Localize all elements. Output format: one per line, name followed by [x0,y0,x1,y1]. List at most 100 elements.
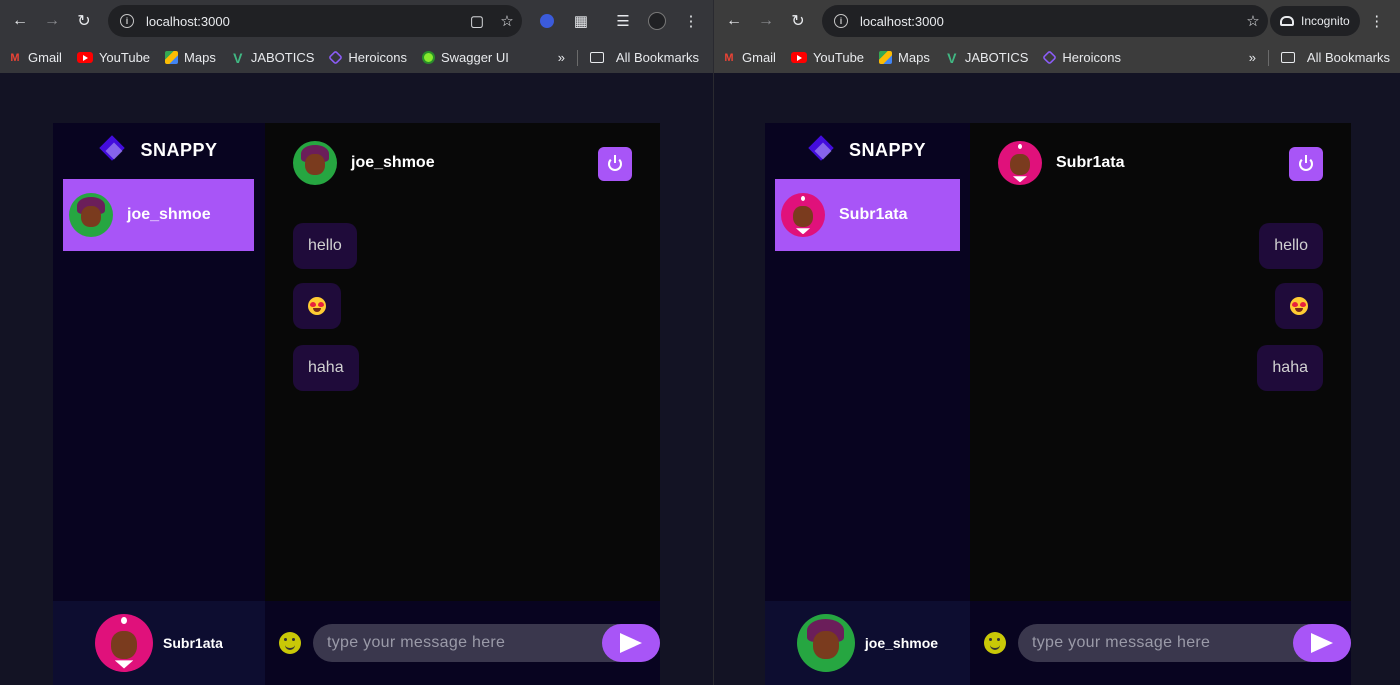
brand-name: SNAPPY [140,139,218,160]
forward-button[interactable]: → [750,5,782,37]
brand: SNAPPY [53,135,265,165]
bookmark-gmail[interactable]: M Gmail [8,50,62,65]
send-icon [1311,633,1333,653]
all-bookmarks-button[interactable]: All Bookmarks [589,50,699,65]
browser-window-right: ← → ↻ i localhost:3000 ☆ Incognito ⋮ M Gm… [714,0,1400,685]
emoji-eye [1292,302,1298,307]
screen: ← → ↻ i localhost:3000 ▢ ☆ ▦ ☰ ⋮ M Gmail … [0,0,1400,685]
toolbar-actions: Incognito ⋮ [1270,5,1394,37]
avatar-collar [1012,176,1028,183]
youtube-icon [790,52,807,63]
chat-avatar [293,141,337,185]
arrow-right-icon: → [44,12,60,29]
snappy-logo-icon [100,135,126,165]
smiley-icon[interactable] [279,632,301,654]
maps-icon [165,51,179,64]
message-input-placeholder: type your message here [327,634,506,651]
chat-input-bar: type your message here [265,601,660,685]
bookmarks-overflow-button[interactable]: » [558,50,565,65]
bookmark-maps[interactable]: Maps [165,50,216,65]
back-button[interactable]: ← [718,5,750,37]
chat-container: joe_shmoe hello 😍 haha type your message… [265,123,660,685]
send-button[interactable] [1293,624,1351,662]
smiley-icon[interactable] [984,632,1006,654]
bookmark-label: YouTube [812,50,865,65]
extension-avatar-icon[interactable] [530,5,564,37]
info-icon[interactable]: i [834,14,848,28]
browser-toolbar: ← → ↻ i localhost:3000 ▢ ☆ ▦ ☰ ⋮ [0,0,713,42]
logout-button[interactable] [1289,147,1323,181]
heroicons-icon [328,50,344,65]
bookmark-jabotics[interactable]: V JABOTICS [231,50,314,66]
heroicons-icon [1042,50,1058,65]
contacts-panel: SNAPPY joe_shmoe Subr1ata [53,123,265,685]
url-text: localhost:3000 [146,13,230,29]
current-user-name: Subr1ata [163,635,223,651]
bookmark-label: YouTube [98,50,151,65]
bookmarks-overflow-button[interactable]: » [1249,50,1256,65]
avatar [69,193,113,237]
avatar-bun [1017,143,1023,149]
address-bar[interactable]: i localhost:3000 ▢ ☆ [108,5,522,37]
message-input[interactable]: type your message here [1018,624,1351,662]
heart-eyes-emoji-icon [308,297,326,315]
bookmark-heroicons[interactable]: Heroicons [1042,50,1121,65]
contact-item[interactable]: joe_shmoe [63,179,254,251]
forward-button[interactable]: → [36,5,68,37]
star-icon[interactable]: ☆ [492,12,522,30]
address-bar[interactable]: i localhost:3000 ☆ [822,5,1268,37]
contact-item[interactable]: Subr1ata [775,179,960,251]
menu-kebab-icon[interactable]: ⋮ [1360,5,1394,37]
reload-button[interactable]: ↻ [68,5,100,37]
emoji-eye [1300,302,1306,307]
install-app-icon[interactable]: ▢ [462,12,492,30]
bookmark-maps[interactable]: Maps [879,50,930,65]
reload-button[interactable]: ↻ [782,5,814,37]
menu-kebab-icon[interactable]: ⋮ [674,5,708,37]
bookmark-gmail[interactable]: M Gmail [722,50,776,65]
bookmark-label: Heroicons [348,50,407,65]
gmail-icon: M [724,51,734,64]
message-text: haha [308,359,344,376]
avatar-face [81,206,101,228]
swagger-icon [421,51,435,64]
message-text: hello [308,237,342,254]
extensions-puzzle-icon[interactable]: ▦ [564,5,598,37]
avatar-collar [795,228,811,235]
browser-window-left: ← → ↻ i localhost:3000 ▢ ☆ ▦ ☰ ⋮ M Gmail … [0,0,713,685]
bookmark-heroicons[interactable]: Heroicons [328,50,407,65]
chat-header: Subr1ata [998,139,1323,187]
star-icon[interactable]: ☆ [1238,12,1268,30]
bookmark-youtube[interactable]: YouTube [790,50,865,65]
logout-button[interactable] [598,147,632,181]
bookmark-youtube[interactable]: YouTube [76,50,151,65]
bookmarks-separator [1267,49,1269,66]
incognito-indicator[interactable]: Incognito [1270,6,1360,36]
brand: SNAPPY [765,135,970,165]
bookmark-jabotics[interactable]: V JABOTICS [945,50,1028,66]
back-button[interactable]: ← [4,5,36,37]
avatar-face [1010,154,1030,176]
info-icon[interactable]: i [120,14,134,28]
message-input[interactable]: type your message here [313,624,660,662]
avatar-face [305,154,325,176]
contact-name: joe_shmoe [127,206,211,223]
all-bookmarks-label: All Bookmarks [1306,50,1390,65]
snappy-logo-icon [809,135,835,165]
folder-icon [589,52,604,63]
arrow-left-icon: ← [12,12,28,29]
chat-app: SNAPPY joe_shmoe Subr1ata joe_shmoe hell… [53,123,660,685]
message-text: haha [1272,359,1308,376]
incognito-icon [1280,16,1294,26]
contact-name: Subr1ata [839,206,908,223]
page-viewport: SNAPPY joe_shmoe Subr1ata joe_shmoe hell… [0,73,713,685]
bookmark-swagger[interactable]: Swagger UI [421,50,509,65]
send-button[interactable] [602,624,660,662]
media-queue-icon[interactable]: ☰ [606,5,640,37]
bookmark-label: Maps [898,50,930,65]
bookmark-label: Swagger UI [440,50,509,65]
avatar [781,193,825,237]
profile-avatar-icon[interactable] [640,5,674,37]
all-bookmarks-button[interactable]: All Bookmarks [1280,50,1390,65]
message-received: hello [293,223,357,269]
